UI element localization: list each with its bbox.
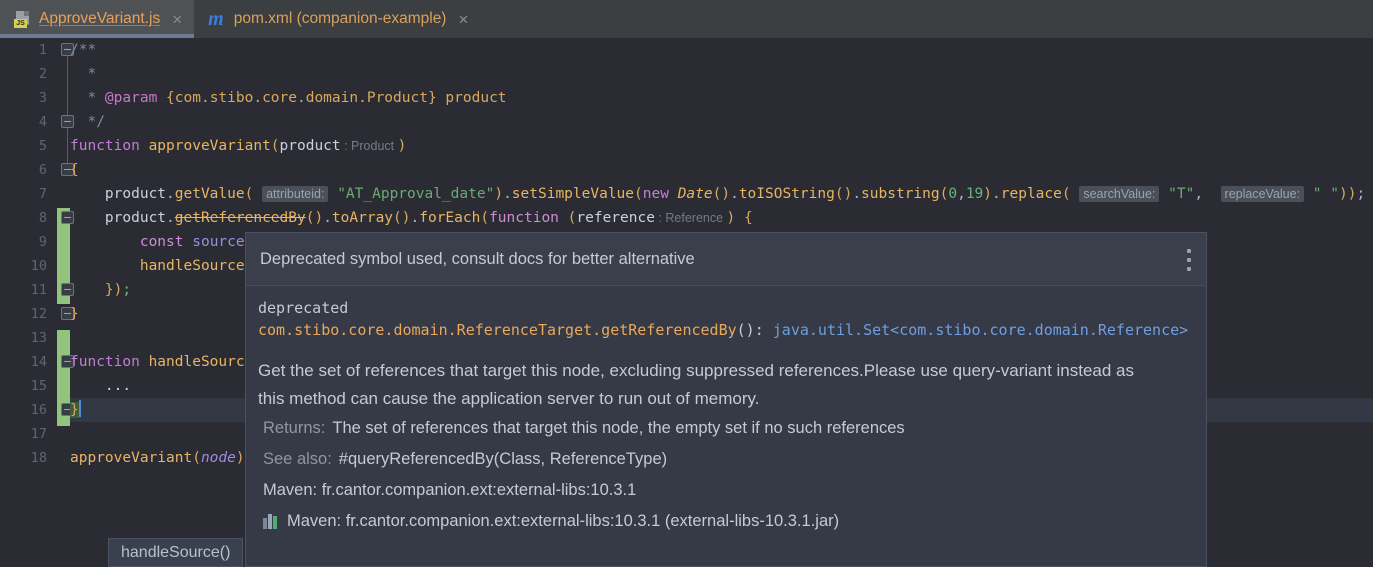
js-file-icon: JS xyxy=(14,10,31,28)
line-number: 1 xyxy=(38,42,47,58)
line-number: 13 xyxy=(30,330,47,346)
see-also-row: See also: #queryReferencedBy(Class, Refe… xyxy=(258,444,1194,475)
parameter-info-text: handleSource() xyxy=(121,543,231,561)
line-number: 3 xyxy=(38,90,47,106)
returns-label: Returns: xyxy=(263,419,326,437)
line-number: 9 xyxy=(38,234,47,250)
line-number: 15 xyxy=(30,378,47,394)
code-line-7: product.getValue( attributeid: "AT_Appro… xyxy=(70,186,1366,202)
line-number: 14 xyxy=(30,354,47,370)
signature-qualified-name: com.stibo.core.domain.ReferenceTarget.ge… xyxy=(258,321,737,339)
returns-row: Returns: The set of references that targ… xyxy=(258,413,1194,444)
deprecated-label: deprecated xyxy=(258,299,349,317)
parameter-info-tooltip: handleSource() xyxy=(108,538,244,567)
code-line-15: ... xyxy=(70,378,132,394)
close-icon[interactable]: × xyxy=(456,11,470,28)
code-line-5: function approveVariant(product : Produc… xyxy=(70,138,407,154)
popup-title: Deprecated symbol used, consult docs for… xyxy=(260,249,695,268)
code-line-8: product.getReferencedBy().toArray().forE… xyxy=(70,210,753,226)
see-also-label: See also: xyxy=(263,450,332,468)
line-number: 7 xyxy=(38,186,47,202)
code-line-10: handleSource( xyxy=(70,258,254,274)
jar-library-icon xyxy=(263,514,280,529)
code-line-9: const source xyxy=(70,234,245,250)
maven-coordinate-row: Maven: fr.cantor.companion.ext:external-… xyxy=(258,475,1194,506)
maven-coordinate: Maven: fr.cantor.companion.ext:external-… xyxy=(263,481,637,499)
line-number: 10 xyxy=(30,258,47,274)
code-line-2: * xyxy=(70,66,97,82)
line-number: 5 xyxy=(38,138,47,154)
documentation-popup[interactable]: Deprecated symbol used, consult docs for… xyxy=(245,232,1207,567)
code-line-1: /** xyxy=(70,42,97,58)
code-line-11: }); xyxy=(70,282,132,298)
fold-rail xyxy=(67,52,68,174)
editor-tab-bar: JS ApproveVariant.js × m pom.xml (compan… xyxy=(0,0,1373,38)
returns-value: The set of references that target this n… xyxy=(332,419,905,437)
code-line-16: } xyxy=(70,400,81,418)
maven-jar-row[interactable]: Maven: fr.cantor.companion.ext:external-… xyxy=(258,506,1194,537)
method-signature: com.stibo.core.domain.ReferenceTarget.ge… xyxy=(258,319,1194,341)
close-icon[interactable]: × xyxy=(170,11,184,28)
code-line-12: } xyxy=(70,306,79,322)
method-description: Get the set of references that target th… xyxy=(258,361,1135,408)
line-number: 16 xyxy=(30,402,47,418)
text-caret xyxy=(78,400,81,417)
line-number: 8 xyxy=(38,210,47,226)
code-line-18: approveVariant(node); xyxy=(70,450,253,466)
popup-body: deprecated com.stibo.core.domain.Referen… xyxy=(246,286,1206,566)
line-number: 12 xyxy=(30,306,47,322)
maven-icon: m xyxy=(208,8,224,30)
code-line-6: { xyxy=(70,162,79,178)
editor-gutter[interactable]: 1 2 3 4 5 6 7 8 9 10 11 12 13 14 15 16 1… xyxy=(0,38,57,567)
tab-pom-xml[interactable]: m pom.xml (companion-example) × xyxy=(194,0,480,38)
signature-parens: (): xyxy=(736,321,764,339)
see-also-value[interactable]: #queryReferencedBy(Class, ReferenceType) xyxy=(339,444,667,475)
line-number: 11 xyxy=(30,282,47,298)
tab-label: ApproveVariant.js xyxy=(39,10,161,27)
tab-approvevariant-js[interactable]: JS ApproveVariant.js × xyxy=(0,0,195,38)
code-line-4: */ xyxy=(70,114,105,130)
line-number: 2 xyxy=(38,66,47,82)
line-number: 17 xyxy=(30,426,47,442)
popup-header: Deprecated symbol used, consult docs for… xyxy=(246,233,1206,285)
code-line-14: function handleSource xyxy=(70,354,254,370)
line-number: 4 xyxy=(38,114,47,130)
line-number: 18 xyxy=(30,450,47,466)
code-line-3: * @param {com.stibo.core.domain.Product}… xyxy=(70,90,507,106)
maven-jar-label: Maven: fr.cantor.companion.ext:external-… xyxy=(287,512,840,530)
line-number: 6 xyxy=(38,162,47,178)
signature-return-type: java.util.Set<com.stibo.core.domain.Refe… xyxy=(772,321,1189,339)
vertical-dots-icon[interactable] xyxy=(1186,249,1192,271)
tab-label: pom.xml (companion-example) xyxy=(233,10,447,27)
